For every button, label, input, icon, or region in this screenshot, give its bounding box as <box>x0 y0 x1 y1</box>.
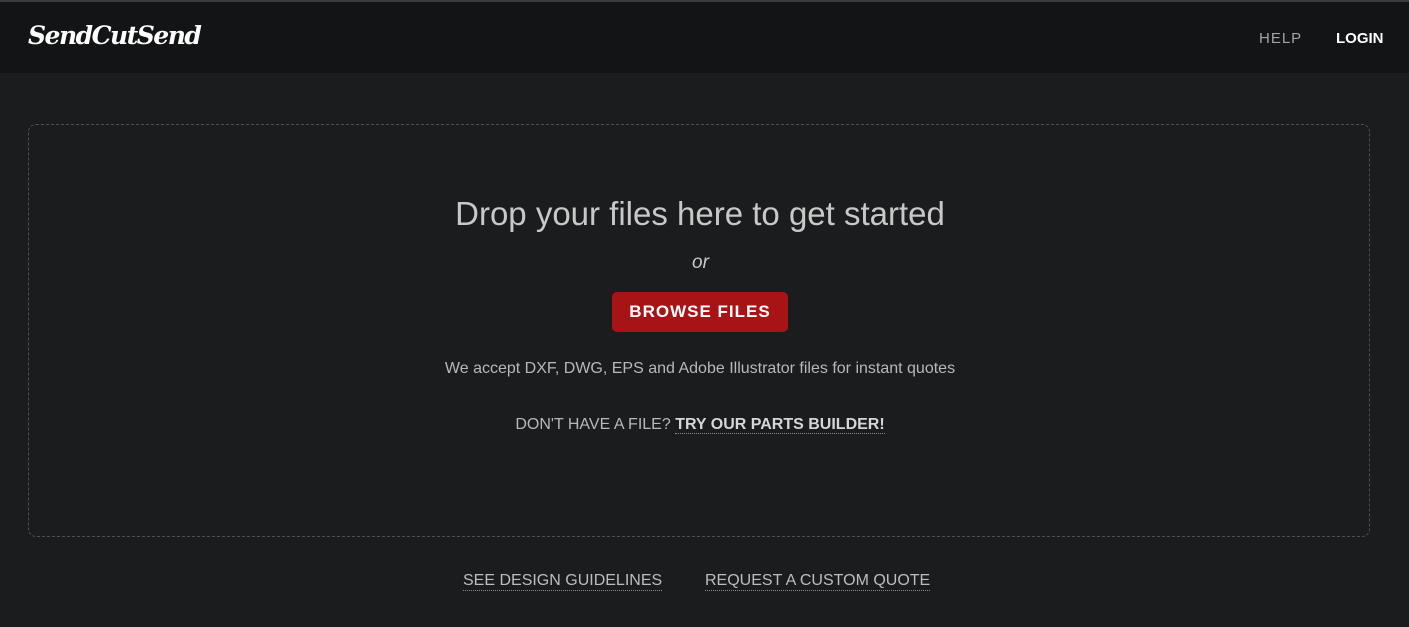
nav-login-link[interactable]: LOGIN <box>1336 30 1384 47</box>
no-file-prompt: DON'T HAVE A FILE? TRY OUR PARTS BUILDER… <box>0 416 1400 434</box>
parts-builder-link[interactable]: TRY OUR PARTS BUILDER! <box>675 416 885 434</box>
site-header: SendCutSend HELP LOGIN <box>0 2 1409 73</box>
custom-quote-link[interactable]: REQUEST A CUSTOM QUOTE <box>705 572 931 591</box>
logo[interactable]: SendCutSend <box>28 21 202 50</box>
accepted-formats-text: We accept DXF, DWG, EPS and Adobe Illust… <box>444 360 956 377</box>
design-guidelines-link[interactable]: SEE DESIGN GUIDELINES <box>463 572 663 591</box>
nav-help-link[interactable]: HELP <box>1259 30 1302 47</box>
dropzone-title: Drop your files here to get started <box>455 195 945 232</box>
no-file-label: DON'T HAVE A FILE? <box>515 416 671 433</box>
browse-files-button[interactable]: BROWSE FILES <box>612 292 788 332</box>
dropzone-or-text: or <box>692 252 709 273</box>
